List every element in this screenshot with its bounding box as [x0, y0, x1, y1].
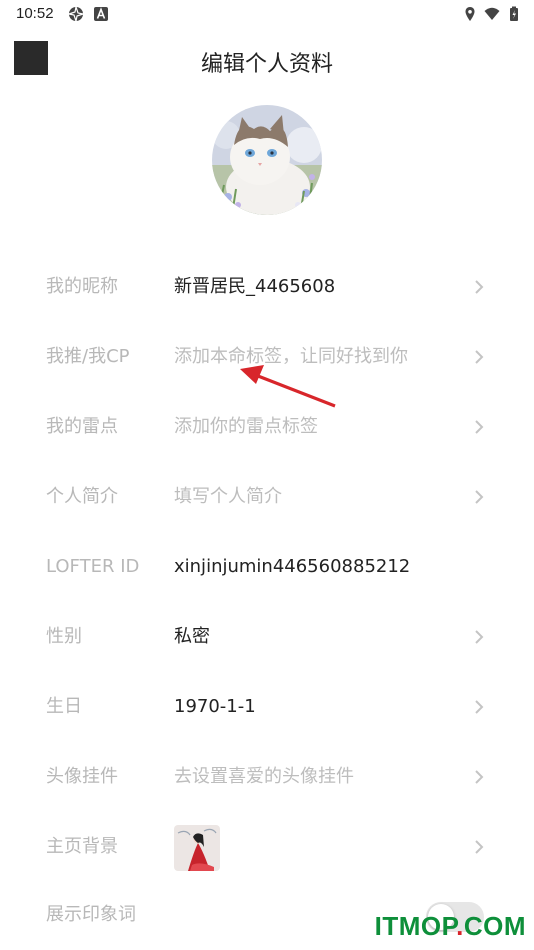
watermark-dot: . [456, 911, 464, 941]
bio-label: 个人简介 [46, 486, 118, 507]
background-thumbnail [174, 825, 220, 871]
watermark-logo: ITMOP.COM [375, 911, 526, 942]
lofter-id-row: LOFTER ID xinjinjumin446560885212 [0, 532, 534, 602]
chevron-right-icon [475, 840, 484, 854]
chevron-right-icon [475, 770, 484, 784]
homepage-background-label: 主页背景 [46, 836, 118, 857]
homepage-background-row[interactable]: 主页背景 [0, 812, 534, 882]
impression-words-label: 展示印象词 [46, 904, 136, 925]
cp-tags-label: 我推/我CP [46, 346, 130, 367]
gender-label: 性别 [46, 626, 82, 647]
status-bar: 10:52 [0, 0, 534, 28]
chevron-right-icon [475, 630, 484, 644]
birthday-row[interactable]: 生日 1970-1-1 [0, 672, 534, 742]
status-time: 10:52 [16, 5, 54, 22]
avatar-pendant-label: 头像挂件 [46, 766, 118, 787]
nickname-row[interactable]: 我的昵称 新晋居民_4465608 [0, 252, 534, 322]
location-icon [465, 7, 475, 21]
aperture-icon [68, 6, 84, 22]
lofter-id-label: LOFTER ID [46, 556, 140, 577]
bio-row[interactable]: 个人简介 填写个人简介 [0, 462, 534, 532]
wifi-icon [484, 7, 500, 20]
nickname-value: 新晋居民_4465608 [174, 276, 336, 297]
chevron-right-icon [475, 350, 484, 364]
cat-avatar-image [212, 105, 322, 215]
bio-placeholder: 填写个人简介 [174, 486, 282, 507]
nickname-label: 我的昵称 [46, 276, 118, 297]
cp-tags-placeholder: 添加本命标签，让同好找到你 [174, 346, 408, 367]
cp-tags-row[interactable]: 我推/我CP 添加本命标签，让同好找到你 [0, 322, 534, 392]
dislike-tags-row[interactable]: 我的雷点 添加你的雷点标签 [0, 392, 534, 462]
a-badge-icon [94, 7, 108, 21]
battery-icon [510, 6, 518, 21]
gender-row[interactable]: 性别 私密 [0, 602, 534, 672]
avatar[interactable] [212, 105, 322, 215]
chevron-right-icon [475, 490, 484, 504]
avatar-pendant-row[interactable]: 头像挂件 去设置喜爱的头像挂件 [0, 742, 534, 812]
lofter-id-value: xinjinjumin446560885212 [174, 556, 411, 577]
app-bar: 编辑个人资料 [0, 36, 534, 84]
birthday-label: 生日 [46, 696, 82, 717]
chevron-right-icon [475, 280, 484, 294]
page-title: 编辑个人资料 [200, 52, 333, 77]
dislike-tags-placeholder: 添加你的雷点标签 [174, 416, 318, 437]
dislike-tags-label: 我的雷点 [46, 416, 118, 437]
birthday-value: 1970-1-1 [174, 696, 256, 717]
gender-value: 私密 [174, 626, 210, 647]
watermark-tld: COM [463, 911, 526, 941]
chevron-right-icon [475, 420, 484, 434]
avatar-pendant-placeholder: 去设置喜爱的头像挂件 [174, 766, 354, 787]
watermark-brand: ITMOP [374, 911, 457, 941]
chevron-right-icon [475, 700, 484, 714]
